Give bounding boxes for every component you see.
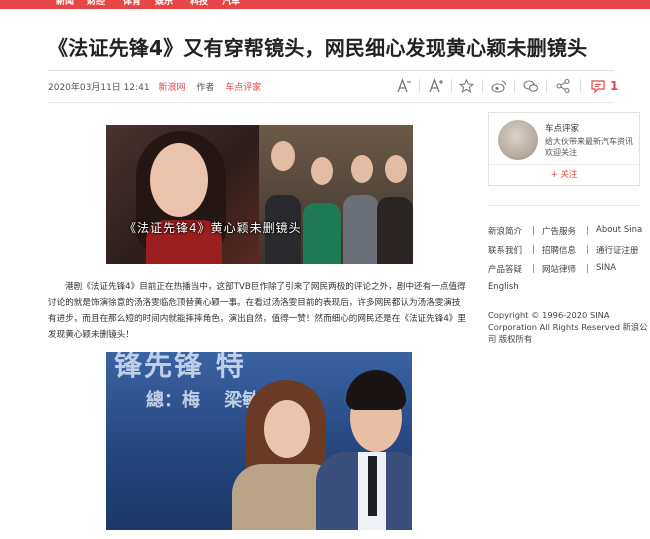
meta-divider <box>48 102 614 103</box>
link-english[interactable]: English <box>488 282 519 292</box>
person-face <box>385 155 407 183</box>
person-face <box>311 157 333 185</box>
link-ads[interactable]: 广告服务 <box>542 225 576 237</box>
article-image-1: 《法证先锋4》黄心颖未删镜头 <box>106 125 413 264</box>
article-toolbar <box>0 78 650 94</box>
portrait-panel <box>106 125 259 264</box>
backdrop-text: 锋先锋 特 <box>114 352 246 382</box>
nav-item-news[interactable]: 新闻 <box>56 0 74 8</box>
nav-item-sports[interactable]: 体育 <box>123 0 141 8</box>
person-body <box>343 195 379 264</box>
toolbar-divider <box>451 79 452 93</box>
person-body <box>303 203 341 264</box>
font-decrease-icon[interactable] <box>396 78 412 94</box>
top-nav: 新闻 财经 体育 娱乐 科技 汽车 <box>0 0 650 9</box>
link-row: 联系我们 招聘信息 通行证注册 <box>488 244 648 263</box>
copyright-text: Copyright © 1996-2020 SINA Corporation A… <box>488 310 648 344</box>
nav-item-auto[interactable]: 汽车 <box>222 0 240 8</box>
title-divider <box>48 70 614 71</box>
link-row: English <box>488 282 648 301</box>
font-increase-icon[interactable] <box>428 78 444 94</box>
link-separator <box>533 245 534 254</box>
nav-item-finance[interactable]: 财经 <box>87 0 105 8</box>
weibo-icon[interactable] <box>491 78 507 94</box>
actress-face <box>264 400 310 458</box>
comment-icon[interactable] <box>590 78 606 94</box>
link-register[interactable]: 通行证注册 <box>596 244 639 256</box>
star-icon[interactable] <box>459 78 474 94</box>
link-separator <box>587 226 588 235</box>
backdrop-text: 總：梅 梁敏 <box>146 390 261 411</box>
toolbar-divider <box>482 79 483 93</box>
wechat-icon[interactable] <box>523 78 539 94</box>
link-separator <box>533 226 534 235</box>
portrait-face <box>150 143 208 217</box>
link-sina[interactable]: SINA <box>596 263 616 273</box>
link-jobs[interactable]: 招聘信息 <box>542 244 576 256</box>
person-face <box>271 141 295 171</box>
author-card-name[interactable]: 车点评家 <box>545 122 579 134</box>
author-card: 车点评家 给大伙带来最新汽车资讯欢迎关注 + 关注 <box>488 112 640 186</box>
link-separator <box>533 264 534 273</box>
link-lawyer[interactable]: 网站律师 <box>542 263 576 275</box>
toolbar-divider <box>514 79 515 93</box>
image-caption: 《法证先锋4》黄心颖未删镜头 <box>124 221 302 235</box>
person-body <box>377 197 413 264</box>
link-row: 产品答疑 网站律师 SINA <box>488 263 648 282</box>
avatar[interactable] <box>498 120 538 160</box>
link-about-en[interactable]: About Sina <box>596 225 642 235</box>
footer-links: 新浪简介 广告服务 About Sina 联系我们 招聘信息 通行证注册 产品答… <box>488 225 648 301</box>
article-paragraph: 港剧《法证先锋4》目前正在热播当中，这部TVB巨作除了引来了网民两极的评论之外，… <box>48 282 466 340</box>
link-contact[interactable]: 联系我们 <box>488 244 522 256</box>
nav-item-tech[interactable]: 科技 <box>190 0 208 8</box>
toolbar-divider <box>580 79 581 93</box>
sidebar-divider <box>488 205 640 206</box>
link-about-cn[interactable]: 新浪简介 <box>488 225 522 237</box>
nav-item-entertainment[interactable]: 娱乐 <box>155 0 173 8</box>
link-separator <box>587 245 588 254</box>
toolbar-divider <box>419 79 420 93</box>
actor-tie <box>368 456 377 516</box>
link-faq[interactable]: 产品答疑 <box>488 263 522 275</box>
toolbar-divider <box>546 79 547 93</box>
link-separator <box>587 264 588 273</box>
person-face <box>351 155 373 183</box>
group-photo-panel <box>259 125 413 264</box>
comment-count[interactable]: 1 <box>610 78 618 94</box>
article-title: 《法证先锋4》又有穿帮镜头，网民细心发现黄心颖未删镜头 <box>48 36 588 60</box>
follow-button[interactable]: + 关注 <box>489 165 639 185</box>
article-image-2: 锋先锋 特 總：梅 梁敏 <box>106 352 412 530</box>
share-icon[interactable] <box>555 78 571 94</box>
link-row: 新浪简介 广告服务 About Sina <box>488 225 648 244</box>
author-card-desc: 给大伙带来最新汽车资讯欢迎关注 <box>545 137 633 157</box>
